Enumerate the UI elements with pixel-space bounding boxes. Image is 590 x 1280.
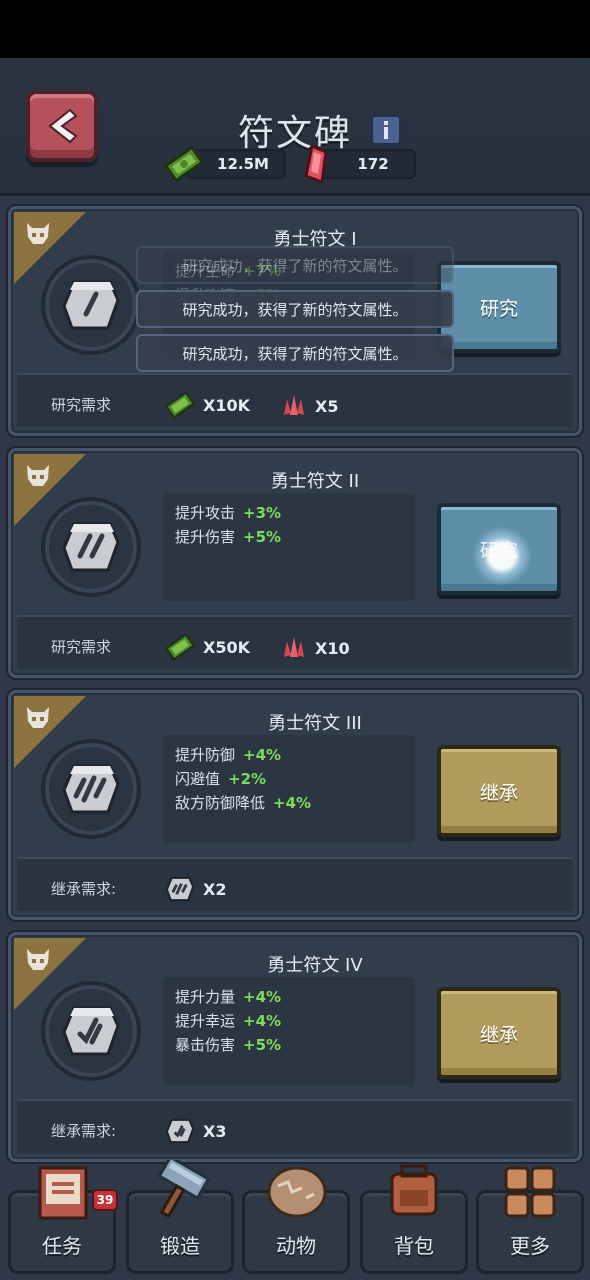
gem-amount: 172 xyxy=(357,155,389,173)
nav-label: 背包 xyxy=(394,1234,434,1258)
crystal-icon xyxy=(284,395,304,415)
page-title: 符文碑 xyxy=(237,113,352,154)
gem-requirement: X10 xyxy=(281,635,350,661)
cash-requirement: X10K xyxy=(165,391,250,419)
rune-title: 勇士符文 II xyxy=(270,471,360,492)
cash-icon xyxy=(165,633,195,661)
tasks-badge: 39 xyxy=(92,1189,118,1211)
stat-label: 提升伤害 xyxy=(175,528,236,546)
stat-row: 暴击伤害 +5% xyxy=(175,1033,403,1057)
stat-label: 提升防御 xyxy=(175,746,236,764)
stat-value: +4% xyxy=(243,746,282,764)
toast-message: 研究成功，获得了新的符文属性。 xyxy=(136,246,454,284)
nav-label: 锻造 xyxy=(160,1234,200,1258)
egg-icon xyxy=(267,1166,327,1218)
rune-card-4: 勇士符文 IV 提升力量 +4% 提升幸运 +4% 暴击伤害 +5% 继承 继承需求:… xyxy=(8,932,582,1162)
stat-value: +5% xyxy=(243,528,282,546)
stat-value: +4% xyxy=(243,1012,282,1030)
cash-requirement: X50K xyxy=(165,633,250,661)
stat-row: 闪避值 +2% xyxy=(175,767,403,791)
requirement-label: 研究需求 xyxy=(51,396,112,414)
rune-stone-icon xyxy=(62,1006,120,1056)
stat-value: +3% xyxy=(243,504,282,522)
rune-requirement-amount: X3 xyxy=(203,1121,227,1141)
gem-counter: 172 xyxy=(318,149,416,179)
requirement-label: 继承需求: xyxy=(51,1122,117,1140)
stat-row: 提升力量 +4% xyxy=(175,985,403,1009)
rune-slot xyxy=(41,739,141,839)
stat-label: 提升力量 xyxy=(175,988,236,1006)
rune-stone-icon xyxy=(165,1118,195,1144)
rune-requirement: X3 xyxy=(165,1117,226,1145)
stat-box: 提升力量 +4% 提升幸运 +4% 暴击伤害 +5% xyxy=(163,977,415,1085)
nav-label: 更多 xyxy=(510,1234,550,1258)
rune-slot xyxy=(41,497,141,597)
stat-value: +4% xyxy=(243,988,282,1006)
cash-requirement-amount: X10K xyxy=(203,395,250,415)
info-icon xyxy=(384,121,388,139)
nav-label: 任务 xyxy=(42,1234,82,1258)
rune-requirement: X2 xyxy=(165,875,226,903)
stat-row: 提升伤害 +5% xyxy=(175,525,403,549)
crystal-icon xyxy=(284,637,304,657)
rune-slot xyxy=(41,981,141,1081)
nav-label: 动物 xyxy=(276,1234,316,1258)
stat-value: +2% xyxy=(228,770,267,788)
rune-requirement-amount: X2 xyxy=(203,879,227,899)
stat-row: 敌方防御降低 +4% xyxy=(175,791,403,815)
gem-requirement-amount: X5 xyxy=(315,396,339,416)
rune-stone-icon xyxy=(165,876,195,902)
gem-requirement-amount: X10 xyxy=(315,638,350,658)
stat-row: 提升攻击 +3% xyxy=(175,501,403,525)
stat-label: 闪避值 xyxy=(175,770,221,788)
tap-indicator xyxy=(472,526,532,586)
cash-amount: 12.5M xyxy=(217,155,269,173)
stat-value: +5% xyxy=(243,1036,282,1054)
status-bar xyxy=(0,0,590,58)
rune-stone-icon xyxy=(62,522,120,572)
rune-slot xyxy=(41,255,141,355)
stat-label: 暴击伤害 xyxy=(175,1036,236,1054)
cash-requirement-amount: X50K xyxy=(203,637,250,657)
inherit-button[interactable]: 继承 xyxy=(437,745,561,837)
requirement-label: 继承需求: xyxy=(51,880,117,898)
gem-icon xyxy=(304,144,328,184)
toast-message: 研究成功，获得了新的符文属性。 xyxy=(136,334,454,372)
stat-box: 提升防御 +4% 闪避值 +2% 敌方防御降低 +4% xyxy=(163,735,415,843)
rune-stone-icon xyxy=(62,764,120,814)
requirement-label: 研究需求 xyxy=(51,638,112,656)
stat-value: +4% xyxy=(273,794,312,812)
stat-box: 提升攻击 +3% 提升伤害 +5% xyxy=(163,493,415,601)
grid-menu-icon xyxy=(504,1166,556,1218)
stat-label: 敌方防御降低 xyxy=(175,794,266,812)
inherit-button[interactable]: 继承 xyxy=(437,987,561,1079)
gem-requirement: X5 xyxy=(281,393,338,419)
stat-row: 提升幸运 +4% xyxy=(175,1009,403,1033)
stat-label: 提升幸运 xyxy=(175,1012,236,1030)
stat-row: 提升防御 +4% xyxy=(175,743,403,767)
task-board-icon xyxy=(38,1166,88,1220)
hammer-icon xyxy=(157,1160,211,1219)
toast-message: 研究成功，获得了新的符文属性。 xyxy=(136,290,454,328)
research-button[interactable]: 研究 xyxy=(437,261,561,353)
rune-stone-icon xyxy=(62,280,120,330)
cash-icon xyxy=(165,391,195,419)
rune-title: 勇士符文 IV xyxy=(267,955,363,976)
stat-label: 提升攻击 xyxy=(175,504,236,522)
rune-card-3: 勇士符文 III 提升防御 +4% 闪避值 +2% 敌方防御降低 +4% 继承 继承需… xyxy=(8,690,582,920)
backpack-icon xyxy=(390,1164,438,1216)
cash-icon xyxy=(164,146,204,182)
info-button[interactable] xyxy=(370,114,402,146)
rune-title: 勇士符文 III xyxy=(268,713,362,734)
